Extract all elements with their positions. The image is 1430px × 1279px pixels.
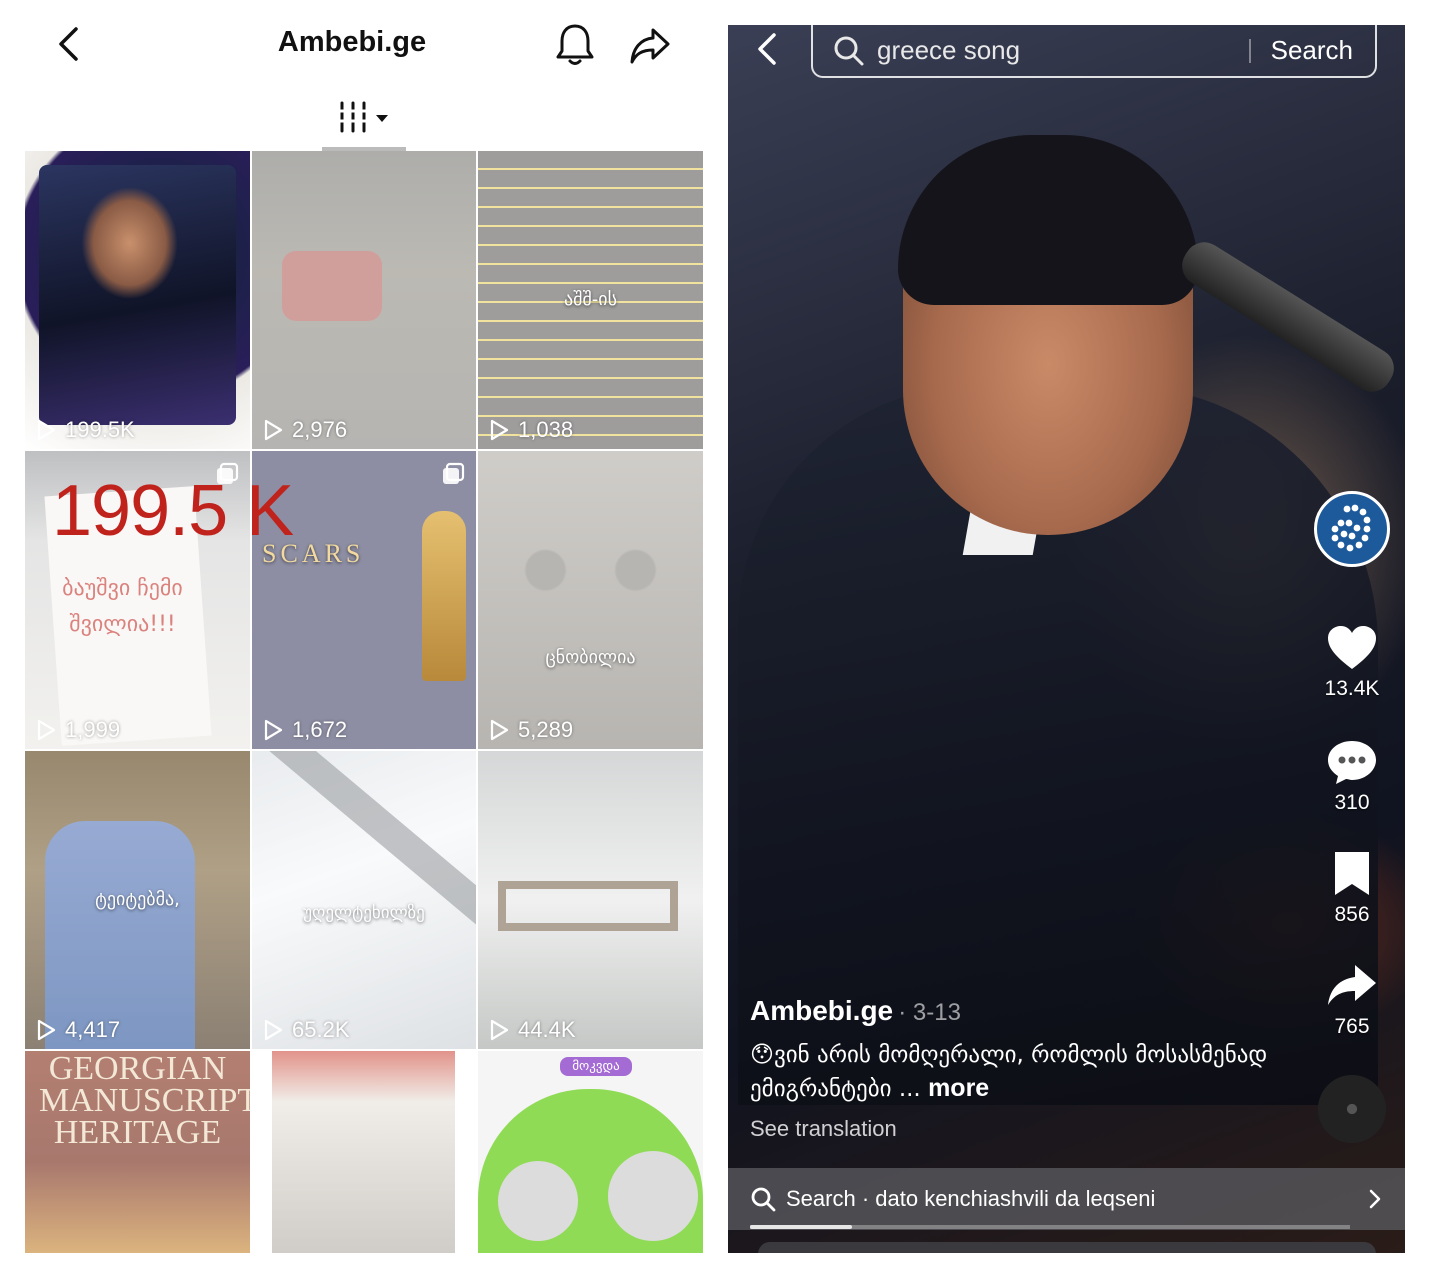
bookmark-button[interactable]: 856 bbox=[1308, 849, 1396, 927]
bottom-sheet-handle bbox=[758, 1242, 1376, 1253]
play-icon bbox=[490, 719, 509, 741]
view-count: 1,672 bbox=[262, 717, 347, 743]
video-tile[interactable]: მოკვდა bbox=[478, 1051, 703, 1253]
tile-caption: ცნობილია bbox=[545, 647, 636, 668]
view-count-label: 1,999 bbox=[65, 717, 121, 742]
bell-icon bbox=[556, 24, 594, 65]
related-search-text: Search · dato kenchiashvili da leqseni bbox=[786, 1186, 1156, 1211]
profile-header: Ambebi.ge bbox=[0, 0, 704, 95]
search-button[interactable]: Search bbox=[1251, 35, 1375, 66]
video-tile[interactable]: GEORGIAN MANUSCRIPT HERITAGE bbox=[25, 1051, 250, 1253]
search-bar[interactable]: greece song Search bbox=[811, 25, 1377, 78]
comment-button[interactable]: 310 bbox=[1308, 737, 1396, 815]
video-grid: 199.5K 2,976 აშშ-ის 1,038 ბაუშვი ჩემი შვ… bbox=[25, 151, 703, 1253]
tile-caption: აშშ-ის bbox=[564, 289, 617, 310]
chevron-left-icon bbox=[758, 33, 776, 65]
view-count-label: 4,417 bbox=[65, 1017, 121, 1042]
heart-icon bbox=[1328, 626, 1376, 669]
view-count: 44.4K bbox=[488, 1017, 576, 1043]
share-arrow-icon bbox=[630, 28, 670, 64]
video-tile[interactable]: 199.5K bbox=[25, 151, 250, 449]
tile-caption: უღელტეხილზე bbox=[303, 903, 425, 923]
ambebi-logo-icon bbox=[1331, 504, 1371, 552]
video-tile[interactable] bbox=[272, 1051, 455, 1253]
search-icon bbox=[751, 1187, 776, 1212]
post-date: · 3-13 bbox=[898, 999, 961, 1026]
author-name[interactable]: Ambebi.ge bbox=[750, 995, 893, 1026]
like-button[interactable]: 13.4K bbox=[1308, 623, 1396, 701]
video-tile[interactable]: 44.4K bbox=[478, 751, 703, 1049]
profile-panel: Ambebi.ge 199.5K 2,976 აშშ-ის 1,038 ბაუშ… bbox=[0, 0, 704, 1279]
astonished-emoji-icon: 😯 bbox=[750, 1042, 774, 1068]
share-count: 765 bbox=[1334, 1015, 1370, 1038]
tile-caption: ბაუშვი ჩემი შვილია!!! bbox=[62, 576, 183, 637]
see-translation-link[interactable]: See translation bbox=[750, 1116, 1310, 1142]
view-count: 4,417 bbox=[35, 1017, 120, 1043]
music-disc-icon[interactable] bbox=[1318, 1075, 1386, 1143]
play-icon bbox=[264, 1019, 283, 1041]
profile-title: Ambebi.ge bbox=[277, 26, 427, 58]
view-count: 1,038 bbox=[488, 417, 573, 443]
bookmark-count: 856 bbox=[1334, 903, 1370, 926]
view-count-label: 199.5K bbox=[65, 417, 135, 442]
chevron-right-icon bbox=[1369, 1189, 1381, 1209]
related-search-bar[interactable]: Search · dato kenchiashvili da leqseni bbox=[728, 1168, 1405, 1230]
search-query[interactable]: greece song bbox=[877, 35, 1249, 66]
video-tile[interactable]: აშშ-ის 1,038 bbox=[478, 151, 703, 449]
filter-columns-icon bbox=[338, 101, 388, 133]
view-count: 199.5K bbox=[35, 417, 135, 443]
share-arrow-icon bbox=[1328, 965, 1376, 1005]
play-icon bbox=[37, 419, 56, 441]
view-count-label: 44.4K bbox=[518, 1017, 576, 1042]
view-count: 1,999 bbox=[35, 717, 120, 743]
play-icon bbox=[490, 419, 509, 441]
more-link[interactable]: more bbox=[928, 1074, 989, 1102]
video-tile[interactable]: უღელტეხილზე 65.2K bbox=[252, 751, 476, 1049]
creator-avatar[interactable] bbox=[1314, 491, 1390, 567]
video-progress-bar[interactable] bbox=[750, 1225, 1350, 1229]
tile-caption: ტეიტებმა, bbox=[95, 889, 180, 910]
view-count-label: 2,976 bbox=[292, 417, 348, 442]
comment-bubble-icon bbox=[1328, 741, 1376, 784]
play-icon bbox=[490, 1019, 509, 1041]
share-button[interactable]: 765 bbox=[1308, 961, 1396, 1039]
view-count-label: 5,289 bbox=[518, 717, 574, 742]
play-icon bbox=[264, 719, 283, 741]
view-count: 65.2K bbox=[262, 1017, 350, 1043]
screenshot-root: Ambebi.ge 199.5K 2,976 აშშ-ის 1,038 ბაუშ… bbox=[0, 0, 1430, 1279]
play-icon bbox=[264, 419, 283, 441]
caption-text-block: 😯ვინ არის მომღერალი, რომლის მოსასმენად ე… bbox=[750, 1039, 1310, 1106]
video-player[interactable]: greece song Search 13.4K 310 856 765 Amb… bbox=[728, 25, 1405, 1253]
filter-button[interactable] bbox=[334, 98, 394, 138]
video-tile[interactable]: ტეიტებმა, 4,417 bbox=[25, 751, 250, 1049]
like-count: 13.4K bbox=[1324, 677, 1380, 700]
back-button[interactable] bbox=[750, 29, 786, 69]
video-tile[interactable]: ცნობილია 5,289 bbox=[478, 451, 703, 749]
video-tile[interactable]: 2,976 bbox=[252, 151, 476, 449]
video-progress-fill bbox=[750, 1225, 852, 1229]
view-count-label: 1,038 bbox=[518, 417, 574, 442]
bookmark-icon bbox=[1335, 852, 1369, 895]
notifications-button[interactable] bbox=[553, 22, 597, 68]
comment-count: 310 bbox=[1334, 791, 1370, 814]
video-caption: Ambebi.ge · 3-13 😯ვინ არის მომღერალი, რო… bbox=[750, 995, 1310, 1142]
view-count-label: 65.2K bbox=[292, 1017, 350, 1042]
play-icon bbox=[37, 719, 56, 741]
view-count: 2,976 bbox=[262, 417, 347, 443]
tile-caption: მოკვდა bbox=[560, 1057, 632, 1076]
tile-caption: GEORGIAN MANUSCRIPT HERITAGE bbox=[39, 1051, 250, 1151]
share-button[interactable] bbox=[628, 24, 672, 68]
caption-text: ვინ არის მომღერალი, რომლის მოსასმენად ემ… bbox=[750, 1042, 1268, 1102]
search-icon bbox=[834, 36, 864, 65]
multi-photo-icon bbox=[443, 462, 465, 484]
caption-header: Ambebi.ge · 3-13 bbox=[750, 995, 1310, 1027]
big-view-count-overlay: 199.5 K bbox=[52, 471, 294, 551]
play-icon bbox=[37, 1019, 56, 1041]
view-count-label: 1,672 bbox=[292, 717, 348, 742]
view-count: 5,289 bbox=[488, 717, 573, 743]
